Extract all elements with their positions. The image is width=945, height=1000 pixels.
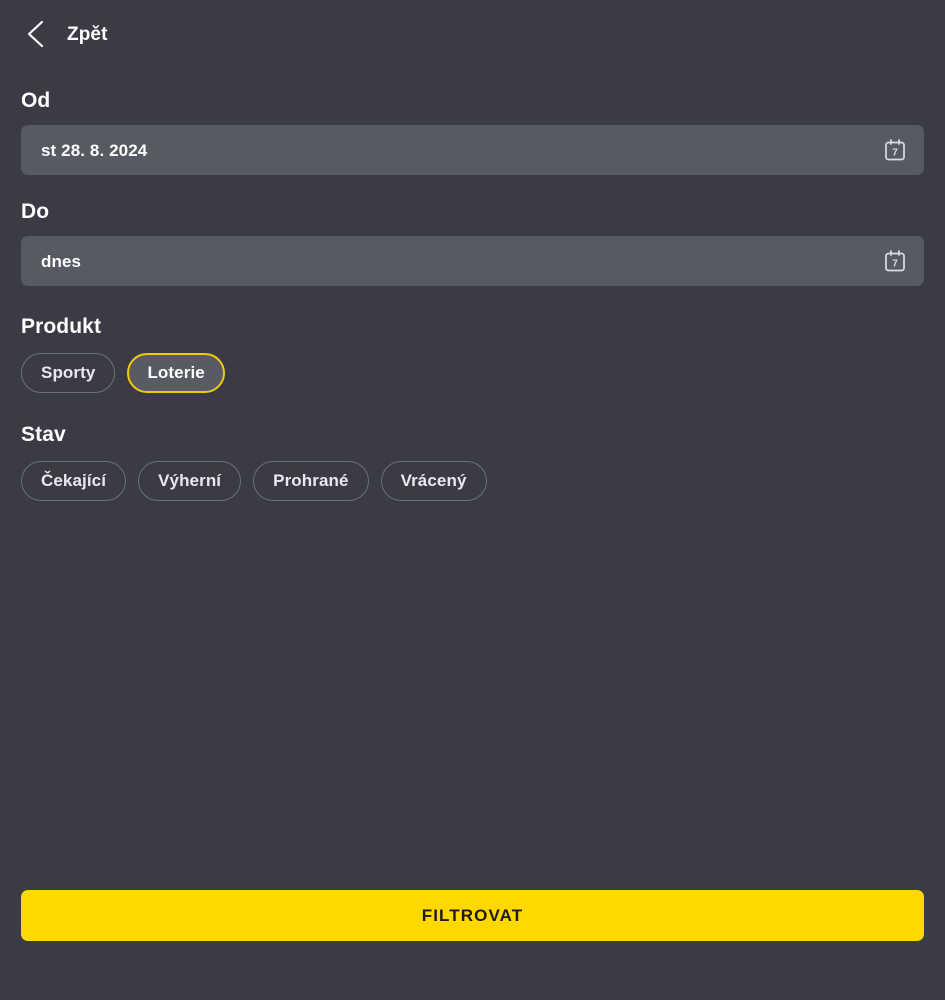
from-date-field[interactable]: st 28. 8. 2024 7: [21, 125, 924, 175]
to-date-field[interactable]: dnes 7: [21, 236, 924, 286]
chip-prohrane[interactable]: Prohrané: [253, 461, 369, 501]
filter-screen: Zpět Od st 28. 8. 2024 7 Do dnes 7 Produ…: [0, 0, 945, 1000]
chip-label: Výherní: [158, 471, 222, 490]
chip-sporty[interactable]: Sporty: [21, 353, 116, 393]
chip-loterie[interactable]: Loterie: [127, 353, 225, 393]
product-label: Produkt: [21, 315, 102, 338]
svg-text:7: 7: [892, 259, 898, 270]
to-label: Do: [21, 200, 50, 223]
chip-label: Čekající: [41, 471, 107, 490]
chevron-left-icon: [23, 19, 49, 49]
chip-vraceny[interactable]: Vrácený: [380, 461, 487, 501]
chip-label: Sporty: [41, 363, 96, 382]
chip-cekajici[interactable]: Čekající: [21, 461, 127, 501]
chip-vyherni[interactable]: Výherní: [138, 461, 242, 501]
chip-label: Prohrané: [273, 471, 349, 490]
from-date-value: st 28. 8. 2024: [41, 140, 148, 160]
calendar-icon[interactable]: 7: [885, 250, 905, 272]
from-label: Od: [21, 89, 51, 112]
calendar-icon[interactable]: 7: [885, 139, 905, 161]
to-date-value: dnes: [41, 251, 82, 271]
bottom-gap: [21, 941, 924, 1000]
back-label: Zpět: [67, 23, 108, 45]
filter-button-label: FILTROVAT: [421, 905, 524, 925]
product-chip-row: Sporty Loterie: [21, 353, 924, 393]
status-label: Stav: [21, 423, 66, 446]
status-chip-row: Čekající Výherní Prohrané Vrácený: [21, 461, 924, 501]
header: Zpět: [21, 0, 924, 68]
filter-button[interactable]: FILTROVAT: [21, 890, 924, 941]
chip-label: Loterie: [147, 363, 205, 382]
chip-label: Vrácený: [400, 471, 467, 490]
back-button[interactable]: Zpět: [21, 15, 110, 53]
svg-text:7: 7: [892, 148, 898, 159]
